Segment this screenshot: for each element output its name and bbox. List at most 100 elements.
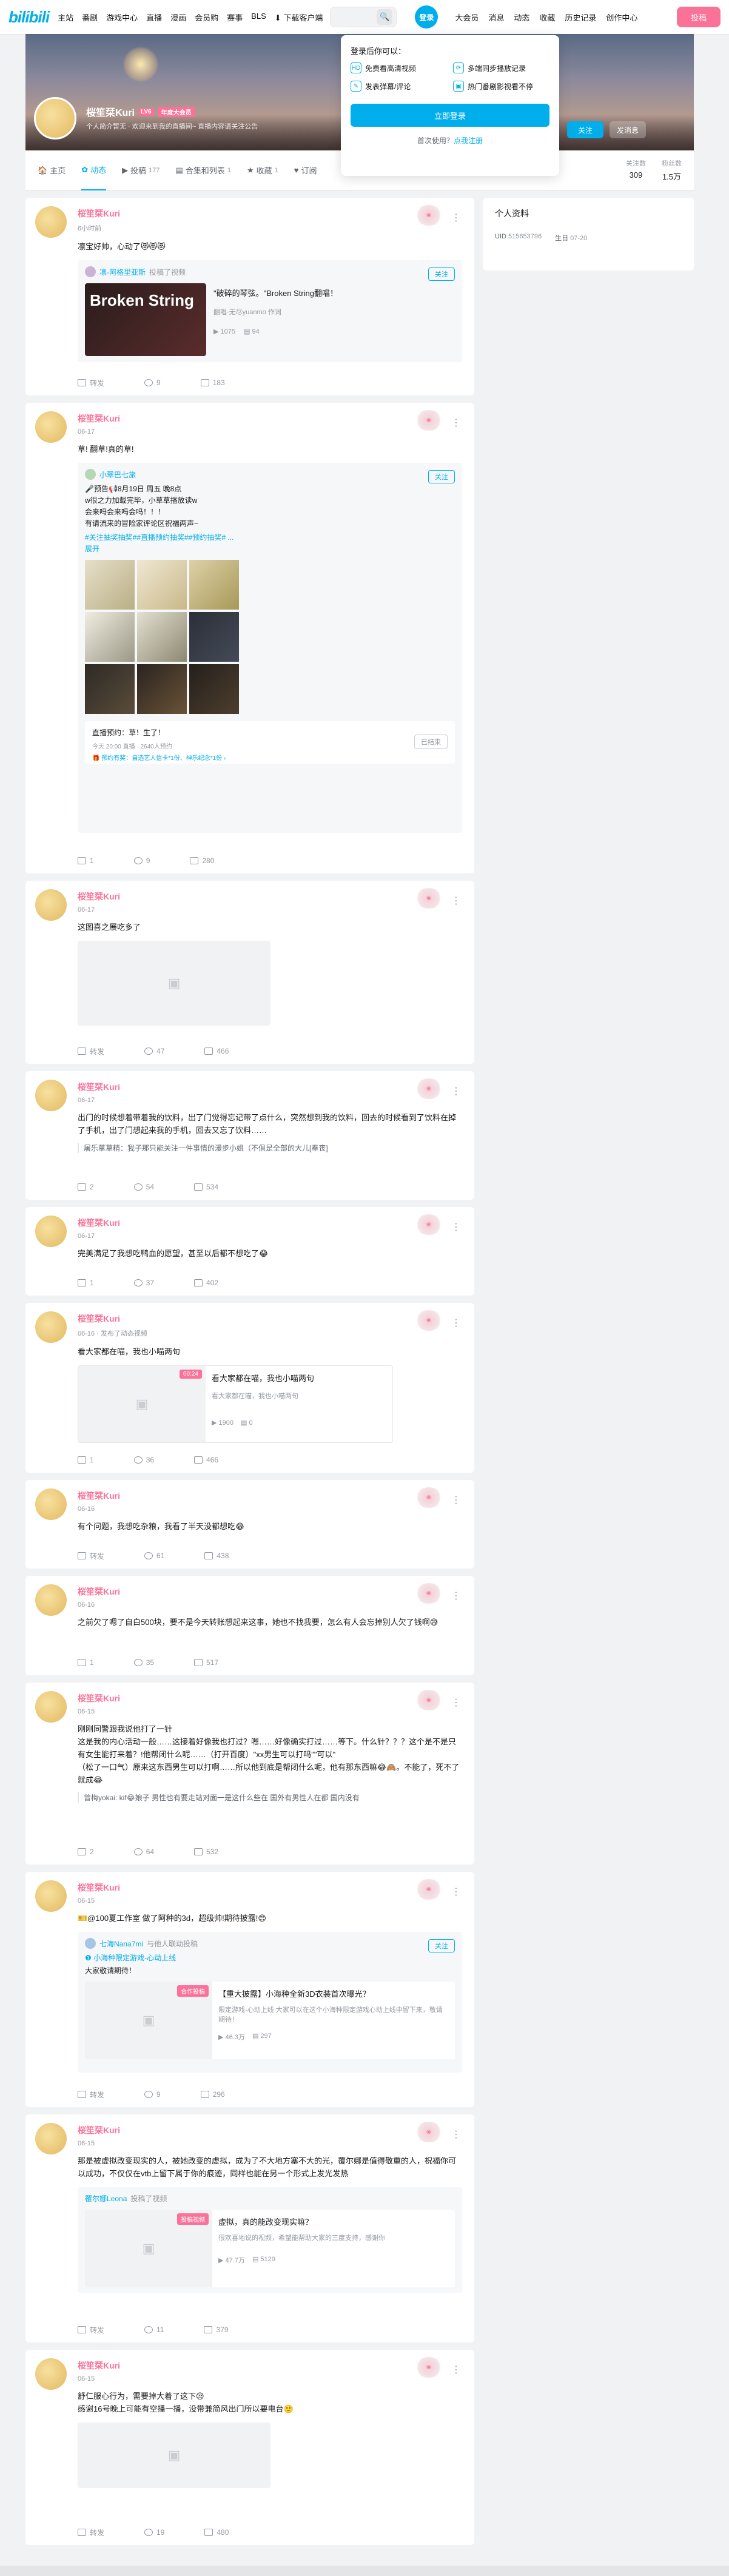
nav-live[interactable]: 直播 — [146, 12, 162, 23]
grid-image[interactable] — [189, 612, 239, 662]
grid-image[interactable] — [137, 664, 187, 714]
tab-favorite[interactable]: ★ 收藏 1 — [247, 150, 278, 190]
video-title[interactable]: 虚拟，真的能改变现实嘛？ — [218, 2216, 449, 2227]
more-icon[interactable]: ⋮ — [451, 1319, 461, 1328]
author-name[interactable]: 桜笙栞Kuri — [78, 1882, 462, 1894]
more-icon[interactable]: ⋮ — [451, 1496, 461, 1505]
live-reserve-card[interactable]: 直播预约：草！生了！ 今天 20:00 直播 · 2640人预约 🎁 预约有奖：… — [85, 721, 455, 764]
login-avatar[interactable]: 登录 — [415, 5, 438, 29]
nav-message[interactable]: 消息 — [488, 12, 504, 23]
share-button[interactable]: 1 — [78, 856, 94, 865]
avatar[interactable] — [35, 2358, 67, 2390]
top-comment[interactable]: 曾梅yokai: kif😂娘子 男性也有要走站对面一是这什么些在 国外有男性人在… — [78, 1792, 462, 1803]
follow-small-button[interactable]: 关注 — [428, 1939, 455, 1952]
search-icon[interactable]: 🔍 — [377, 9, 393, 25]
nav-bls[interactable]: BLS — [251, 12, 266, 23]
follow-button[interactable]: 关注 — [567, 121, 603, 138]
like-button[interactable]: 402 — [194, 1279, 218, 1287]
top-comment[interactable]: 屠乐草草精：我子那只能关注一件事情的漫步小姐（不俱是全部的大儿[奉丧] — [78, 1143, 462, 1153]
ref-tags[interactable]: #关注抽奖抽奖##直播预约抽奖##预约抽奖# ... — [85, 532, 455, 542]
grid-image[interactable] — [189, 664, 239, 714]
share-button[interactable]: 1 — [78, 1456, 94, 1464]
nav-creator[interactable]: 创作中心 — [606, 12, 637, 23]
follow-small-button[interactable]: 关注 — [428, 267, 455, 281]
author-name[interactable]: 桜笙栞Kuri — [78, 1313, 462, 1325]
tab-upload[interactable]: ▶ 投稿 177 — [122, 150, 160, 190]
avatar[interactable] — [34, 97, 76, 140]
like-button[interactable]: 466 — [204, 1047, 229, 1055]
grid-image[interactable] — [137, 560, 187, 610]
share-button[interactable]: 2 — [78, 1848, 94, 1856]
horizontal-scrollbar[interactable] — [0, 2566, 729, 2576]
video-cover[interactable]: ▣ 00:24 — [78, 1366, 206, 1442]
tab-collection[interactable]: ▤ 合集和列表 1 — [176, 150, 231, 190]
more-icon[interactable]: ⋮ — [451, 1592, 461, 1601]
ref-title[interactable]: "破碎的琴弦。"Broken String翻唱！ — [213, 287, 455, 298]
avatar[interactable] — [35, 1216, 67, 1247]
author-name[interactable]: 桜笙栞Kuri — [78, 2359, 462, 2372]
author-name[interactable]: 桜笙栞Kuri — [78, 2124, 462, 2136]
stat-following[interactable]: 关注数 309 — [626, 158, 646, 182]
nav-favorite[interactable]: 收藏 — [539, 12, 555, 23]
share-button[interactable]: 转发 — [78, 2325, 104, 2335]
tab-subscribe[interactable]: ♥ 订阅 — [294, 150, 317, 190]
comment-button[interactable]: 64 — [133, 1848, 154, 1856]
author-name[interactable]: 桜笙栞Kuri — [78, 1586, 462, 1598]
upload-button[interactable]: 投稿 — [677, 7, 721, 27]
more-icon[interactable]: ⋮ — [451, 896, 461, 906]
follow-small-button[interactable]: 关注 — [428, 470, 455, 483]
like-button[interactable]: 280 — [190, 856, 214, 865]
avatar[interactable] — [35, 1691, 67, 1723]
video-title[interactable]: 看大家都在喵，我也小喵两句 — [212, 1372, 386, 1384]
video-card[interactable]: ▣ 投稿视频 虚拟，真的能改变现实嘛？ 很欢喜地说的视频，希望能帮助大家的三度支… — [85, 2210, 455, 2287]
more-icon[interactable]: ⋮ — [451, 1087, 461, 1097]
stat-fans[interactable]: 粉丝数 1.5万 — [662, 158, 682, 182]
comment-button[interactable]: 61 — [144, 1552, 164, 1560]
expand-link[interactable]: 展开 — [85, 543, 455, 554]
bilibili-logo[interactable]: bilibili — [8, 8, 50, 27]
share-button[interactable]: 转发 — [78, 1551, 104, 1561]
avatar[interactable] — [35, 1584, 67, 1616]
share-button[interactable]: 转发 — [78, 378, 104, 388]
like-button[interactable]: 534 — [194, 1183, 218, 1191]
tab-dynamic[interactable]: ✿ 动态 — [81, 150, 107, 190]
ref-author[interactable]: 覆尔娜Leona — [85, 2193, 127, 2204]
more-icon[interactable]: ⋮ — [451, 2130, 461, 2140]
author-name[interactable]: 桜笙栞Kuri — [78, 412, 462, 425]
comment-button[interactable]: 54 — [133, 1183, 154, 1191]
nav-manga[interactable]: 漫画 — [170, 12, 186, 23]
comment-button[interactable]: 9 — [133, 856, 150, 865]
video-card[interactable]: ▣ 00:24 看大家都在喵，我也小喵两句 看大家都在喵，我也小喵两句 ▶ 19… — [78, 1365, 393, 1443]
nav-game[interactable]: 游戏中心 — [106, 12, 138, 23]
forward-card[interactable]: 小翠巴七旅 关注 🎤预告📢8月19日 周五 晚8点 w很之力加载完毕，小草草播放… — [78, 463, 462, 833]
like-button[interactable]: 379 — [204, 2325, 229, 2334]
nav-history[interactable]: 历史记录 — [565, 12, 596, 23]
comment-button[interactable]: 36 — [133, 1456, 154, 1464]
grid-image[interactable] — [137, 612, 187, 662]
forward-card[interactable]: 凛-阿格里亚斯 投稿了视频 关注 Broken String "破碎的琴弦。"B… — [78, 260, 462, 362]
author-name[interactable]: 桜笙栞Kuri — [78, 1217, 462, 1229]
like-button[interactable]: 466 — [194, 1456, 218, 1464]
image-placeholder-icon[interactable]: ▣ — [78, 941, 270, 1026]
avatar[interactable] — [35, 411, 67, 443]
comment-button[interactable]: 37 — [133, 1279, 154, 1287]
like-button[interactable]: 296 — [200, 2090, 225, 2099]
comment-button[interactable]: 19 — [144, 2528, 164, 2537]
author-name[interactable]: 桜笙栞Kuri — [78, 207, 462, 220]
comment-button[interactable]: 11 — [144, 2325, 164, 2334]
comment-button[interactable]: 9 — [144, 2090, 161, 2099]
avatar[interactable] — [35, 206, 67, 238]
like-button[interactable]: 480 — [204, 2528, 229, 2537]
ref-author[interactable]: 七海Nana7mi — [99, 1939, 143, 1949]
author-name[interactable]: 桜笙栞Kuri — [78, 890, 462, 903]
forward-card[interactable]: 覆尔娜Leona 投稿了视频 ▣ 投稿视频 虚拟，真的能改变现实嘛？ 很欢喜地说… — [78, 2187, 462, 2293]
grid-image[interactable] — [85, 664, 135, 714]
avatar[interactable] — [35, 1311, 67, 1343]
share-button[interactable]: 1 — [78, 1658, 94, 1667]
grid-image[interactable] — [189, 560, 239, 610]
ref-sub[interactable]: ❶ 小海种限定游戏-心动上线 — [85, 1952, 455, 1963]
comment-button[interactable]: 35 — [133, 1658, 154, 1667]
share-button[interactable]: 1 — [78, 1279, 94, 1287]
avatar[interactable] — [35, 1880, 67, 1912]
avatar[interactable] — [35, 2123, 67, 2154]
